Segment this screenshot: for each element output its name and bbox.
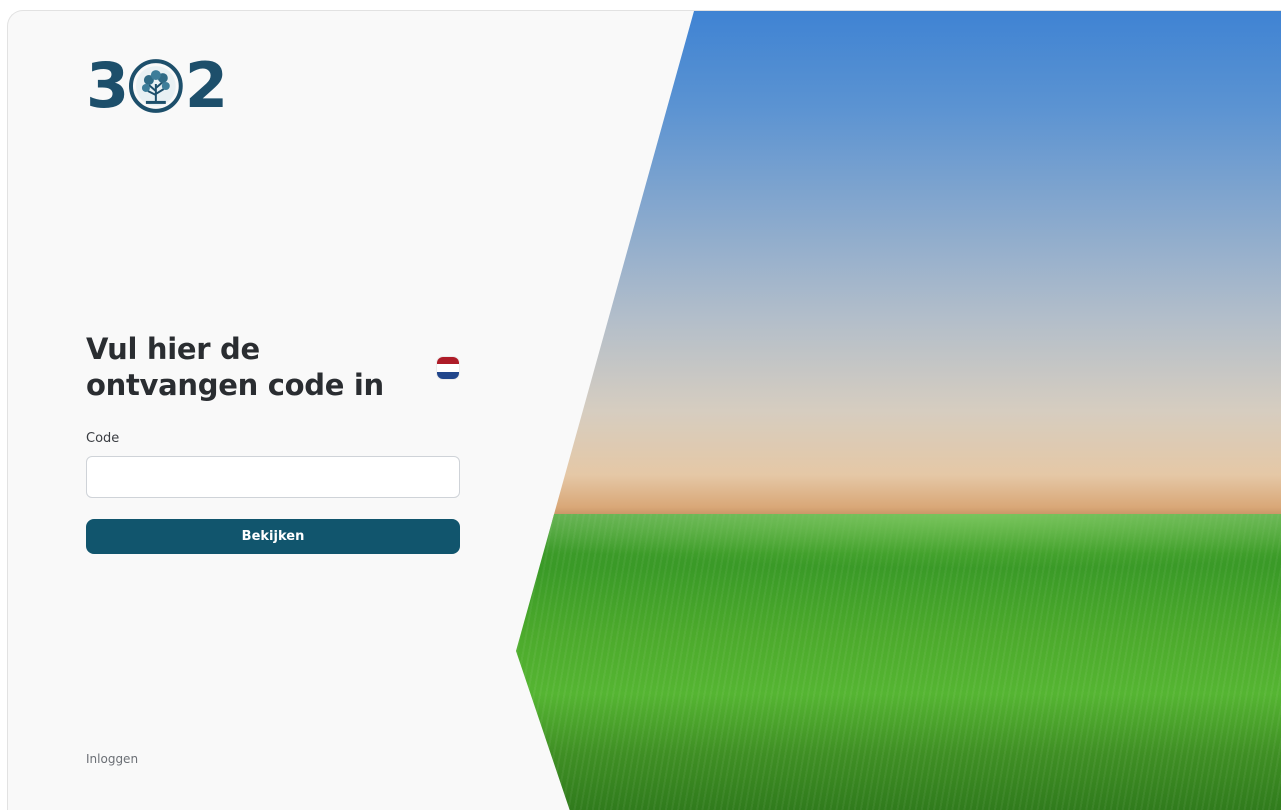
logo-digit-right: 2 xyxy=(184,49,228,122)
code-input[interactable] xyxy=(86,456,460,498)
code-label: Code xyxy=(86,431,120,446)
flag-stripe-white xyxy=(437,364,459,372)
logo-digit-left: 3 xyxy=(86,49,129,122)
login-panel: 3 2 Vul hier de ontvangen code in Code B… xyxy=(7,10,1281,810)
hero-grass-field xyxy=(516,514,1281,810)
netherlands-flag-icon[interactable] xyxy=(437,357,459,379)
page-title: Vul hier de ontvangen code in xyxy=(86,332,384,402)
tree-emblem-icon xyxy=(129,59,183,113)
flag-stripe-blue xyxy=(437,371,459,379)
logo: 3 2 xyxy=(86,49,228,122)
flag-stripe-red xyxy=(437,357,459,365)
hero-landscape-image xyxy=(516,11,1281,810)
login-link[interactable]: Inloggen xyxy=(86,752,138,766)
view-button[interactable]: Bekijken xyxy=(86,519,460,554)
